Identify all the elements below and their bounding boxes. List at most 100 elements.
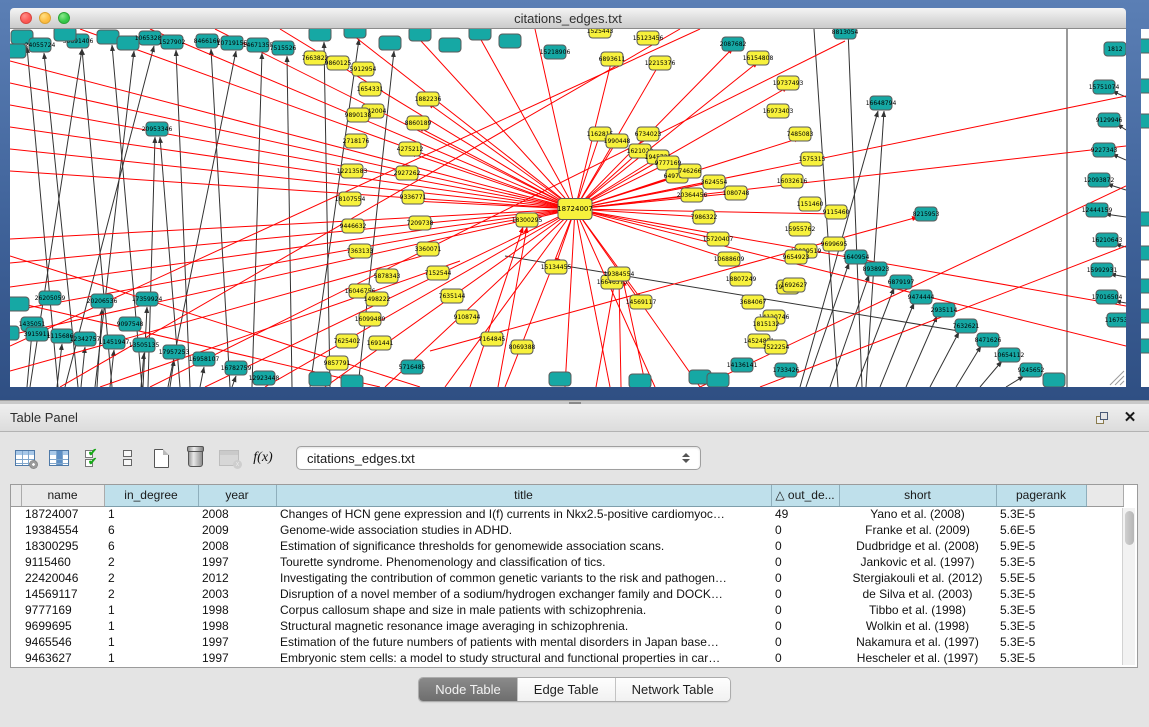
cell-out_de[interactable]: 0 bbox=[771, 634, 839, 650]
graph-node[interactable]: 7209738 bbox=[407, 216, 434, 230]
graph-node[interactable]: 3624554 bbox=[701, 175, 728, 189]
graph-node[interactable] bbox=[309, 29, 331, 41]
table-row[interactable]: 911546021997Tourette syndrome. Phenomeno… bbox=[11, 554, 1123, 570]
graph-node[interactable]: 1167533 bbox=[1105, 313, 1126, 327]
table-row[interactable]: 946362711997Embryonic stem cells: a mode… bbox=[11, 650, 1123, 666]
graph-node[interactable] bbox=[549, 372, 571, 386]
select-all-icon[interactable]: ✔✔ bbox=[78, 443, 108, 473]
graph-node[interactable]: 20364456 bbox=[677, 188, 708, 202]
column-header-pagerank[interactable]: pagerank bbox=[996, 485, 1086, 506]
function-builder-icon[interactable]: f(x) bbox=[248, 443, 278, 473]
citation-edge[interactable] bbox=[980, 361, 1002, 387]
cell-year[interactable]: 2008 bbox=[198, 538, 276, 554]
graph-node[interactable]: 1575315 bbox=[799, 152, 826, 166]
citation-edge[interactable] bbox=[211, 49, 230, 387]
cell-short[interactable]: de Silva et al. (2003) bbox=[839, 586, 996, 602]
hub-node[interactable]: 18724007 bbox=[557, 199, 593, 220]
splitter-handle[interactable] bbox=[569, 402, 581, 404]
tab-edge-table[interactable]: Edge Table bbox=[518, 678, 616, 701]
graph-node[interactable]: 12444159 bbox=[1082, 203, 1113, 217]
citation-edge[interactable] bbox=[505, 209, 575, 387]
graph-node[interactable]: 7625402 bbox=[334, 334, 361, 348]
citation-edge[interactable] bbox=[215, 29, 575, 209]
citation-edge[interactable] bbox=[97, 309, 102, 387]
graph-node[interactable]: 1640954 bbox=[843, 250, 870, 264]
graph-node[interactable] bbox=[379, 36, 401, 50]
citation-edge[interactable] bbox=[430, 217, 918, 351]
graph-node[interactable]: 1812 bbox=[1104, 42, 1126, 56]
column-header-short[interactable]: short bbox=[839, 485, 996, 506]
graph-node[interactable]: 19384554 bbox=[604, 267, 635, 281]
graph-node[interactable]: 12215376 bbox=[645, 56, 676, 70]
cell-in_degree[interactable]: 2 bbox=[104, 586, 198, 602]
graph-node[interactable]: 9654923 bbox=[783, 250, 810, 264]
citation-edge[interactable] bbox=[619, 280, 621, 387]
graph-node[interactable]: 9474444 bbox=[908, 290, 935, 304]
graph-node[interactable]: 14136141 bbox=[727, 358, 758, 372]
cell-title[interactable]: Tourette syndrome. Phenomenology and cla… bbox=[276, 554, 771, 570]
graph-node[interactable]: 3360071 bbox=[415, 242, 442, 256]
graph-node[interactable] bbox=[707, 373, 729, 387]
float-window-icon[interactable] bbox=[1093, 410, 1111, 426]
graph-node[interactable] bbox=[10, 326, 19, 340]
graph-node[interactable]: 7635144 bbox=[439, 289, 466, 303]
graph-node[interactable]: 7522254 bbox=[763, 340, 790, 354]
citation-edge[interactable] bbox=[565, 209, 575, 387]
graph-node[interactable]: 13505135 bbox=[129, 338, 160, 352]
table-row[interactable]: 1938455462009Genome-wide association stu… bbox=[11, 522, 1123, 538]
graph-node[interactable]: 9115460 bbox=[823, 205, 850, 219]
graph-node[interactable]: 12213583 bbox=[337, 164, 368, 178]
cell-short[interactable]: Jankovic et al. (1997) bbox=[839, 554, 996, 570]
cell-in_degree[interactable]: 6 bbox=[104, 522, 198, 538]
table-row[interactable]: 1456911722003Disruption of a novel membe… bbox=[11, 586, 1123, 602]
graph-node[interactable]: 15134455 bbox=[541, 260, 572, 274]
graph-node[interactable]: 15955762 bbox=[785, 222, 816, 236]
row-height-icon[interactable] bbox=[112, 443, 142, 473]
graph-node[interactable]: 8938923 bbox=[863, 262, 890, 276]
graph-node[interactable]: 16782759 bbox=[221, 361, 252, 375]
table-row[interactable]: 2242004622012Investigating the contribut… bbox=[11, 570, 1123, 586]
cell-name[interactable]: 9115460 bbox=[21, 554, 104, 570]
citation-edge[interactable] bbox=[10, 149, 575, 209]
table-row[interactable]: 1830029562008Estimation of significance … bbox=[11, 538, 1123, 554]
graph-node[interactable]: 17359924 bbox=[132, 292, 163, 306]
graph-node[interactable]: 12342757 bbox=[70, 332, 101, 346]
cell-out_de[interactable]: 0 bbox=[771, 650, 839, 666]
network-canvas[interactable]: 2405572430691406106532871527902846616010… bbox=[10, 29, 1126, 387]
graph-node[interactable]: 2718176 bbox=[343, 134, 370, 148]
cell-in_degree[interactable]: 6 bbox=[104, 538, 198, 554]
cell-year[interactable]: 1998 bbox=[198, 618, 276, 634]
cell-name[interactable]: 19384554 bbox=[21, 522, 104, 538]
cell-title[interactable]: Genome-wide association studies in ADHD. bbox=[276, 522, 771, 538]
cell-pagerank[interactable]: 5.5E-5 bbox=[996, 570, 1086, 586]
cell-name[interactable]: 9777169 bbox=[21, 602, 104, 618]
graph-node[interactable]: 10654112 bbox=[994, 348, 1025, 362]
cell-title[interactable]: Corpus callosum shape and size in male p… bbox=[276, 602, 771, 618]
cell-name[interactable]: 9463627 bbox=[21, 650, 104, 666]
cell-short[interactable]: Nakamura et al. (1997) bbox=[839, 634, 996, 650]
cell-pagerank[interactable]: 5.3E-5 bbox=[996, 554, 1086, 570]
graph-node[interactable]: 746266 bbox=[679, 164, 702, 178]
table-row[interactable]: 1872400712008Changes of HCN gene express… bbox=[11, 506, 1123, 522]
graph-node[interactable]: 1151460 bbox=[797, 197, 824, 211]
cell-short[interactable]: Wolkin et al. (1998) bbox=[839, 618, 996, 634]
cell-pagerank[interactable]: 5.3E-5 bbox=[996, 650, 1086, 666]
graph-node[interactable]: 26205059 bbox=[35, 291, 66, 305]
cell-name[interactable]: 14569117 bbox=[21, 586, 104, 602]
graph-node[interactable]: 15720407 bbox=[703, 232, 734, 246]
citation-edge[interactable] bbox=[575, 209, 610, 387]
citation-edge[interactable] bbox=[232, 376, 236, 387]
graph-node[interactable]: 24055724 bbox=[25, 38, 56, 52]
cell-name[interactable]: 18300295 bbox=[21, 538, 104, 554]
cell-pagerank[interactable]: 5.3E-5 bbox=[996, 618, 1086, 634]
graph-node[interactable]: 9446632 bbox=[340, 219, 367, 233]
graph-node[interactable]: 12093872 bbox=[1084, 173, 1115, 187]
graph-node[interactable]: 8215953 bbox=[913, 207, 940, 221]
citation-edge[interactable] bbox=[10, 61, 575, 209]
graph-node[interactable]: 9890138 bbox=[345, 108, 372, 122]
graph-node[interactable]: 7515526 bbox=[270, 41, 297, 55]
citation-edge[interactable] bbox=[956, 346, 981, 387]
graph-node[interactable]: 7632621 bbox=[953, 319, 980, 333]
table-row[interactable]: 946554611997Estimation of the future num… bbox=[11, 634, 1123, 650]
cell-year[interactable]: 1998 bbox=[198, 602, 276, 618]
